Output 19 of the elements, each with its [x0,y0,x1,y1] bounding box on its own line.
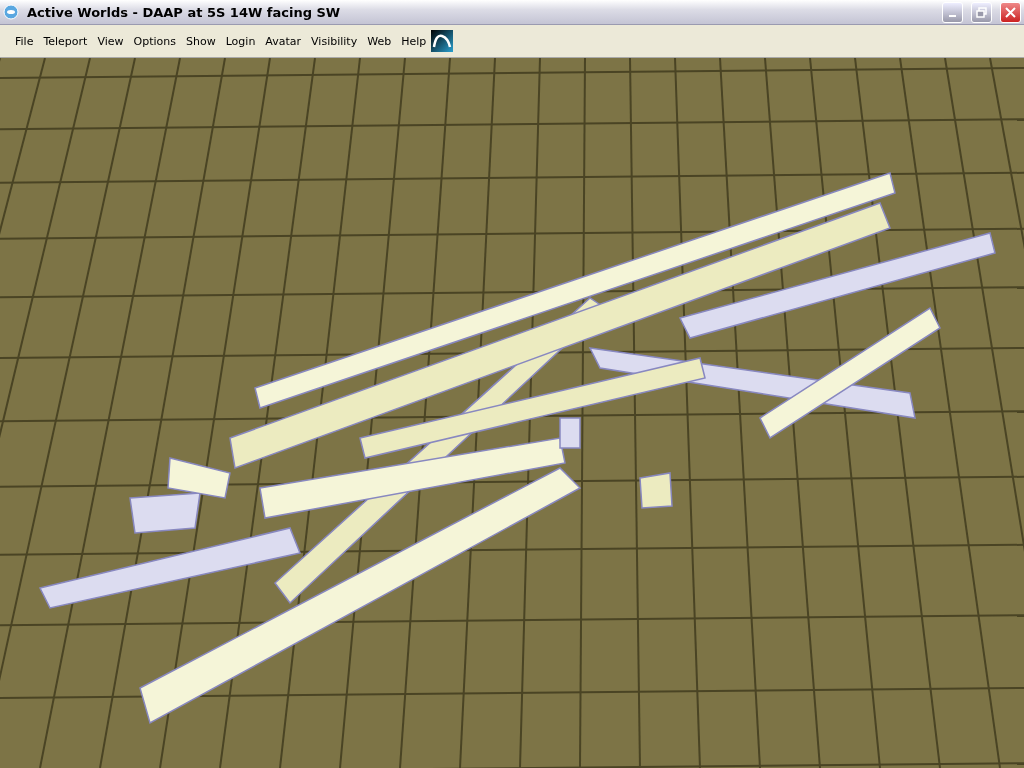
menu-item[interactable]: Options [128,32,181,50]
menu-item[interactable]: Avatar [260,32,307,50]
menu-item[interactable]: View [92,32,129,50]
app-icon [3,4,19,20]
menu-item[interactable]: Show [181,32,221,50]
minimize-icon [949,15,956,17]
menu-item[interactable]: Teleport [38,32,93,50]
menu-item[interactable]: Help [396,32,432,50]
logo-icon[interactable] [431,30,454,52]
restore-icon [976,6,987,18]
menu-item[interactable]: Visibility [306,32,363,50]
close-button[interactable] [1000,1,1021,23]
window-title: Active Worlds - DAAP at 5S 14W facing SW [27,4,342,20]
restore-button[interactable] [971,1,992,23]
menu-item[interactable]: Web [362,32,397,50]
menu-item[interactable]: File [10,32,39,50]
close-icon [1005,6,1016,18]
menu-item[interactable]: Login [220,32,261,50]
minimize-button[interactable] [942,1,963,23]
